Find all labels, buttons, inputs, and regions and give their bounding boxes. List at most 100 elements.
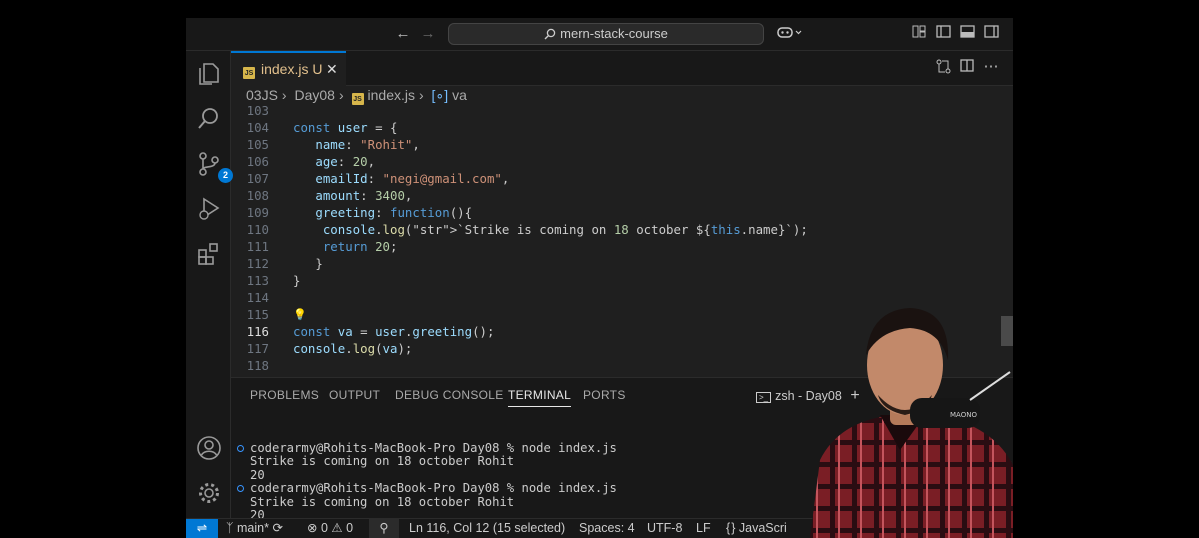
line-number: 106 — [246, 154, 269, 169]
code-text: const user = { — [293, 120, 398, 135]
cursor-position[interactable]: Ln 116, Col 12 (15 selected) — [409, 519, 565, 538]
line-number: 113 — [246, 273, 269, 288]
chevron-right-icon: › — [338, 87, 344, 103]
code-text: } — [293, 273, 301, 288]
tab-status: U — [312, 61, 323, 77]
tab-terminal[interactable]: TERMINAL — [508, 388, 572, 407]
run-debug-icon[interactable] — [196, 196, 222, 222]
code-text: name: "Rohit", — [315, 137, 420, 152]
git-branch-icon: ᛉ — [226, 521, 234, 535]
encoding[interactable]: UTF-8 — [647, 519, 682, 538]
search-icon — [544, 28, 556, 40]
code-line[interactable]: 112 } — [231, 255, 1011, 272]
code-line[interactable]: 111 return 20; — [231, 238, 1011, 255]
tab-index-js[interactable]: JS index.js U ✕ — [231, 51, 346, 86]
search-icon[interactable] — [196, 106, 222, 132]
javascript-file-icon: JS — [243, 67, 255, 79]
code-text: age: 20, — [315, 154, 376, 169]
tab-debug-console[interactable]: DEBUG CONSOLE — [395, 388, 504, 402]
tab-ports[interactable]: PORTS — [583, 388, 626, 402]
webcam-overlay: MAONO — [800, 300, 1013, 538]
command-center-search[interactable]: mern-stack-course — [448, 23, 764, 45]
line-number: 111 — [246, 239, 269, 254]
gear-icon[interactable] — [196, 480, 222, 506]
title-bar: ← → mern-stack-course — [186, 18, 1013, 51]
line-number: 110 — [246, 222, 269, 237]
activity-bar: 2 — [186, 51, 233, 518]
editor-tab-bar: JS index.js U ✕ ⋯ — [231, 51, 1013, 86]
command-center-text: mern-stack-course — [560, 26, 668, 41]
code-text: amount: 3400, — [315, 188, 413, 203]
variable-symbol-icon: [∘] — [431, 87, 449, 103]
code-line[interactable]: 109 greeting: function(){ — [231, 204, 1011, 221]
split-editor-icon[interactable] — [958, 59, 976, 77]
tab-output[interactable]: OUTPUT — [329, 388, 380, 402]
terminal-line: coderarmy@Rohits-MacBook-Pro Day08 % nod… — [250, 441, 617, 455]
code-line[interactable]: 103 — [231, 104, 1011, 119]
customize-layout-icon[interactable] — [910, 25, 928, 43]
code-text: } — [293, 256, 323, 271]
breadcrumb-item[interactable]: index.js — [368, 87, 415, 103]
remote-indicator-icon[interactable]: ⇌ — [186, 519, 218, 538]
command-decoration-icon[interactable] — [237, 485, 244, 493]
breadcrumb-item[interactable]: va — [452, 87, 467, 103]
branch-name: main* — [237, 521, 269, 535]
lightbulb-icon[interactable]: 💡 — [293, 306, 307, 323]
language-mode[interactable]: { } JavaScri — [726, 519, 787, 538]
line-number: 118 — [246, 358, 269, 373]
arrow-right-icon[interactable]: → — [419, 25, 437, 43]
command-decoration-icon[interactable] — [237, 445, 244, 452]
line-number: 108 — [246, 188, 269, 203]
breadcrumb-item[interactable]: 03JS — [246, 87, 278, 103]
tab-problems[interactable]: PROBLEMS — [250, 388, 319, 402]
svg-text:MAONO: MAONO — [950, 411, 977, 419]
explorer-icon[interactable] — [196, 61, 222, 87]
code-text: const va = user.greeting(); — [293, 324, 495, 339]
code-line[interactable]: 104 const user = { — [231, 119, 1011, 136]
toggle-secondary-sidebar-icon[interactable] — [982, 25, 1000, 43]
chevron-right-icon: › — [418, 87, 424, 103]
zoom-icon[interactable]: ⚲ — [369, 519, 399, 538]
terminal-line: 20 — [250, 467, 265, 482]
code-text: console.log("str">`Strike is coming on 1… — [322, 222, 808, 237]
code-text: emailId: "negi@gmail.com", — [315, 171, 510, 186]
branch-indicator[interactable]: ᛉ main* ⟳ — [226, 519, 283, 538]
language-label: JavaScri — [738, 521, 787, 535]
line-number: 105 — [246, 137, 269, 152]
code-line[interactable]: 113} — [231, 272, 1011, 289]
line-number: 104 — [246, 120, 269, 135]
code-line[interactable]: 107 emailId: "negi@gmail.com", — [231, 170, 1011, 187]
code-text: return 20; — [322, 239, 398, 254]
sync-icon: ⟳ — [272, 521, 283, 535]
terminal-icon: >_ — [756, 392, 772, 403]
terminal-line: Strike is coming on 18 october Rohit — [250, 494, 515, 509]
toggle-sidebar-icon[interactable] — [934, 25, 952, 43]
source-control-icon[interactable]: 2 — [196, 151, 233, 183]
account-icon[interactable] — [196, 435, 222, 461]
copilot-icon[interactable] — [776, 25, 804, 43]
problems-indicator[interactable]: ⊗ 0 ⚠ 0 — [307, 519, 353, 538]
chevron-right-icon: › — [281, 87, 287, 103]
more-actions-icon[interactable]: ⋯ — [982, 58, 1000, 76]
line-number: 103 — [246, 104, 269, 118]
code-line[interactable]: 108 amount: 3400, — [231, 187, 1011, 204]
close-icon[interactable]: ✕ — [326, 53, 338, 85]
line-number: 117 — [246, 341, 269, 356]
code-line[interactable]: 106 age: 20, — [231, 153, 1011, 170]
code-line[interactable]: 105 name: "Rohit", — [231, 136, 1011, 153]
code-text: console.log(va); — [293, 341, 413, 356]
tab-label: index.js — [261, 61, 309, 77]
toggle-panel-icon[interactable] — [958, 25, 976, 43]
code-text: greeting: function(){ — [315, 205, 473, 220]
compare-changes-icon[interactable] — [934, 59, 952, 77]
code-line[interactable]: 110 console.log("str">`Strike is coming … — [231, 221, 1011, 238]
line-number: 116 — [246, 324, 269, 339]
breadcrumb-item[interactable]: Day08 — [294, 87, 334, 103]
error-count: 0 — [320, 521, 328, 535]
indentation[interactable]: Spaces: 4 — [579, 519, 635, 538]
warning-count: 0 — [346, 521, 354, 535]
arrow-left-icon[interactable]: ← — [394, 25, 412, 43]
extensions-icon[interactable] — [196, 241, 222, 267]
line-number: 109 — [246, 205, 269, 220]
line-ending[interactable]: LF — [696, 519, 711, 538]
